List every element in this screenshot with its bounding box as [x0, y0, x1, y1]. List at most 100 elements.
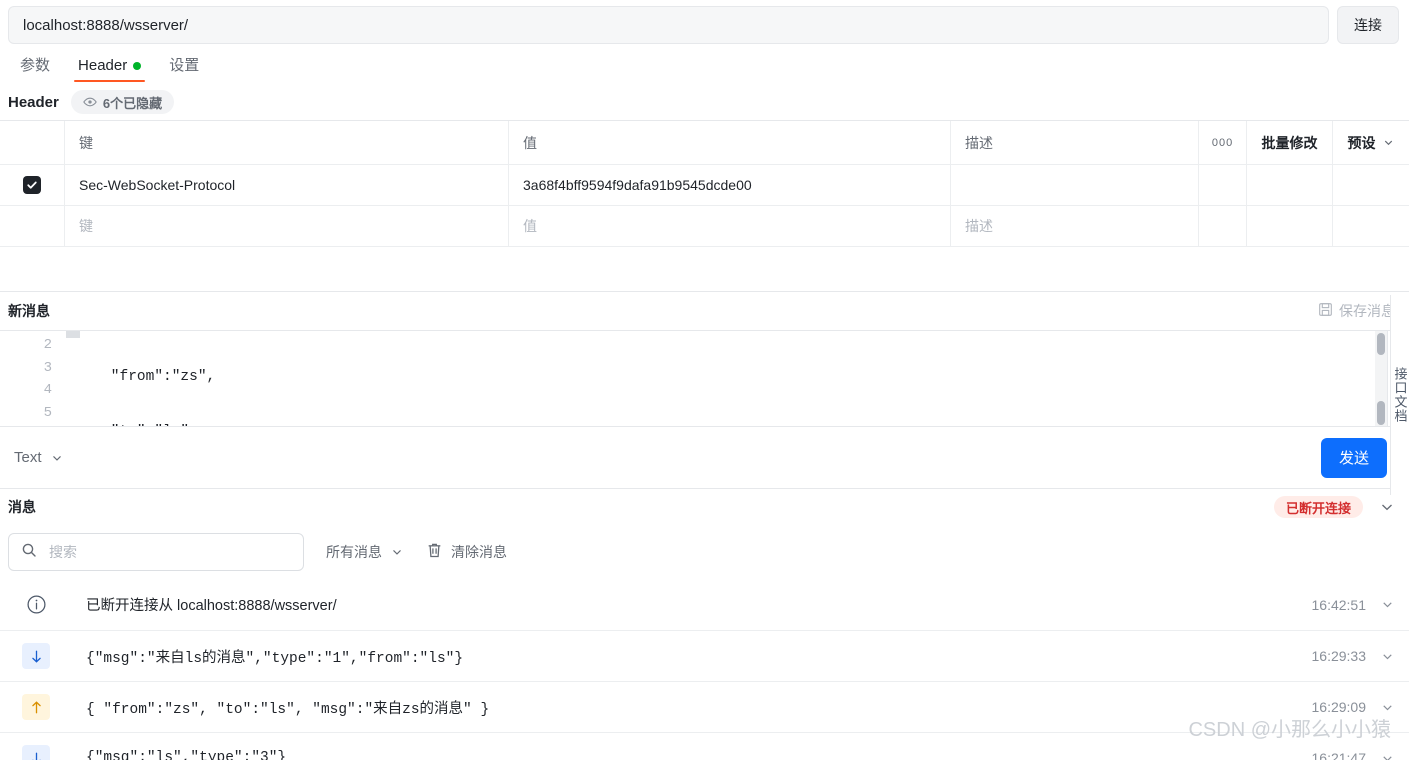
chevron-down-icon: [390, 545, 404, 559]
info-circle-icon: [22, 592, 50, 618]
list-item[interactable]: {"msg":"ls","type":"3"} 16:21:47: [0, 732, 1409, 760]
url-input[interactable]: localhost:8888/wsserver/: [8, 6, 1329, 44]
row-description[interactable]: [951, 165, 1199, 205]
collapse-panel-chevron-down-icon[interactable]: [1379, 499, 1395, 515]
right-side-panel-tab[interactable]: 接口文档: [1390, 295, 1409, 495]
message-editor[interactable]: 2 3 4 5 "from":"zs", "to":"ls", "msg":"来…: [0, 330, 1409, 427]
editor-scrollbar-vertical[interactable]: [1375, 331, 1387, 426]
list-item[interactable]: 已断开连接从 localhost:8888/wsserver/ 16:42:51: [0, 579, 1409, 630]
bulk-edit-label: 批量修改: [1261, 134, 1318, 151]
websocket-client-app: localhost:8888/wsserver/ 连接 参数 Header 设置…: [0, 0, 1409, 760]
expand-message-chevron-down-icon[interactable]: [1380, 700, 1395, 715]
search-icon: [21, 542, 37, 563]
list-item[interactable]: {"msg":"来自ls的消息","type":"1","from":"ls"}…: [0, 630, 1409, 681]
expand-message-chevron-down-icon[interactable]: [1380, 649, 1395, 664]
url-bar: localhost:8888/wsserver/ 连接: [0, 0, 1409, 44]
newrow-more-cell[interactable]: [1199, 206, 1247, 246]
chevron-down-icon: [50, 451, 64, 465]
row-checkbox[interactable]: [23, 176, 41, 194]
right-side-panel-label: 接口文档: [1392, 367, 1408, 423]
trash-icon: [426, 542, 443, 562]
row-preset-cell: [1333, 165, 1409, 205]
message-time: 16:21:47: [1311, 750, 1367, 760]
messages-header-right: 已断开连接: [1273, 496, 1395, 518]
newrow-checkbox-cell: [0, 206, 65, 246]
arrow-up-icon: [22, 694, 50, 720]
hidden-headers-pill[interactable]: 6个已隐藏: [70, 90, 175, 114]
arrow-down-icon: [22, 643, 50, 669]
editor-scrollbar-thumb-top[interactable]: [1377, 333, 1385, 355]
header-table-head: 键 值 描述 000 批量修改 预设: [0, 121, 1409, 165]
message-text: { "from":"zs", "to":"ls", "msg":"来自zs的消息…: [86, 701, 490, 718]
tab-settings-label: 设置: [169, 57, 200, 74]
messages-list: 已断开连接从 localhost:8888/wsserver/ 16:42:51…: [0, 579, 1409, 760]
message-icon-cell: [8, 643, 64, 669]
clear-messages-label: 清除消息: [451, 544, 507, 560]
newrow-preset-cell: [1333, 206, 1409, 246]
line-number: 4: [43, 382, 52, 398]
search-box[interactable]: [8, 533, 304, 571]
row-bulk-cell: [1247, 165, 1333, 205]
expand-message-chevron-down-icon[interactable]: [1380, 597, 1395, 612]
table-row[interactable]: Sec-WebSocket-Protocol 3a68f4bff9594f9da…: [0, 165, 1409, 206]
row-key[interactable]: Sec-WebSocket-Protocol: [65, 165, 509, 205]
connect-button[interactable]: 连接: [1337, 6, 1399, 44]
clear-messages-button[interactable]: 清除消息: [426, 542, 507, 562]
header-subbar: Header 6个已隐藏: [0, 82, 1409, 120]
request-tabs: 参数 Header 设置: [0, 46, 1409, 82]
tab-params[interactable]: 参数: [6, 58, 64, 82]
editor-gutter: 2 3 4 5: [0, 331, 66, 426]
message-text: {"msg":"来自ls的消息","type":"1","from":"ls"}: [86, 650, 464, 667]
message-type-select[interactable]: Text: [14, 449, 64, 466]
newrow-bulk-cell: [1247, 206, 1333, 246]
list-item[interactable]: { "from":"zs", "to":"ls", "msg":"来自zs的消息…: [0, 681, 1409, 732]
bulk-edit-button[interactable]: 批量修改: [1247, 121, 1333, 164]
new-message-bar: 新消息 保存消息: [0, 292, 1409, 330]
search-input[interactable]: [47, 543, 291, 561]
newrow-description-input[interactable]: 描述: [951, 206, 1199, 246]
arrow-down-icon: [22, 745, 50, 760]
message-time: 16:29:33: [1311, 648, 1367, 664]
header-col-check: [0, 121, 65, 164]
message-text: {"msg":"ls","type":"3"}: [86, 750, 287, 760]
status-badge: 已断开连接: [1273, 496, 1363, 518]
send-row: Text 发送: [0, 427, 1409, 489]
message-icon-cell: [8, 592, 64, 618]
message-text: 已断开连接从 localhost:8888/wsserver/: [86, 598, 337, 614]
row-checkbox-cell: [0, 165, 65, 205]
row-more-cell[interactable]: [1199, 165, 1247, 205]
messages-toolbar: 所有消息 清除消息: [0, 525, 1409, 579]
code-line: "from":"zs",: [76, 369, 216, 385]
line-number: 3: [43, 359, 52, 376]
expand-message-chevron-down-icon[interactable]: [1380, 751, 1395, 760]
messages-title: 消息: [8, 499, 36, 515]
tab-header[interactable]: Header: [64, 58, 155, 82]
connect-button-label: 连接: [1354, 17, 1382, 33]
tab-settings[interactable]: 设置: [155, 58, 213, 82]
newrow-value-input[interactable]: 值: [509, 206, 951, 246]
editor-resize-handle[interactable]: [66, 331, 80, 338]
eye-icon: [83, 95, 97, 109]
editor-scrollbar-thumb-bottom[interactable]: [1377, 401, 1385, 425]
newrow-key-input[interactable]: 键: [65, 206, 509, 246]
header-col-description: 描述: [951, 121, 1199, 164]
message-type-label: Text: [14, 449, 42, 466]
message-filter-label: 所有消息: [326, 544, 382, 560]
row-value[interactable]: 3a68f4bff9594f9dafa91b9545dcde00: [509, 165, 951, 205]
line-number: 5: [43, 404, 52, 421]
messages-header: 消息 已断开连接: [0, 489, 1409, 525]
preset-button[interactable]: 预设: [1333, 121, 1409, 164]
message-filter-select[interactable]: 所有消息: [326, 542, 404, 562]
new-message-title: 新消息: [8, 303, 50, 319]
table-row[interactable]: 键 值 描述: [0, 206, 1409, 247]
hidden-headers-label: 6个已隐藏: [102, 95, 163, 111]
save-message-label: 保存消息: [1339, 303, 1395, 319]
send-button[interactable]: 发送: [1321, 437, 1387, 478]
editor-code-area[interactable]: "from":"zs", "to":"ls", "msg":"来自zs的消息" …: [66, 331, 1409, 426]
section-divider: [0, 247, 1409, 292]
tab-header-label: Header: [78, 57, 128, 74]
more-options-button[interactable]: 000: [1199, 121, 1247, 164]
save-icon: [1318, 302, 1333, 320]
save-message-button[interactable]: 保存消息: [1318, 301, 1395, 321]
chevron-down-icon: [1382, 136, 1395, 149]
